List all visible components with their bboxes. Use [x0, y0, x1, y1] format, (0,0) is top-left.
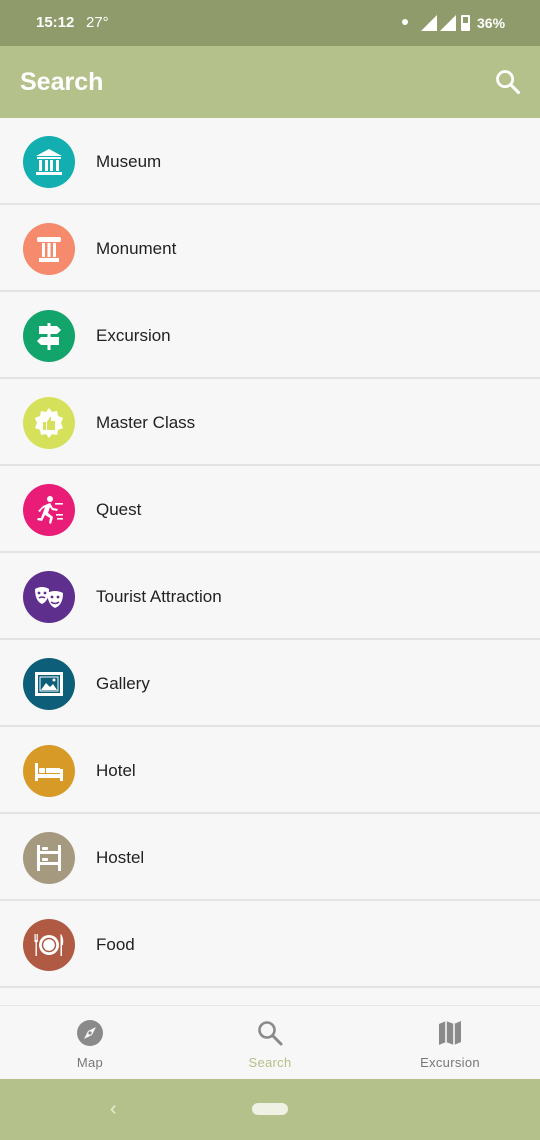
- battery-icon: [461, 15, 470, 31]
- list-item-label: Hostel: [96, 848, 145, 867]
- bed-icon: [23, 745, 75, 797]
- status-temperature: 27°: [86, 14, 109, 31]
- list-item-food[interactable]: Food: [0, 901, 540, 988]
- search-icon: [258, 1021, 283, 1046]
- list-item-label: Tourist Attraction: [96, 587, 222, 606]
- nav-item-excursion[interactable]: Excursion: [360, 1006, 540, 1080]
- nav-item-map[interactable]: Map: [0, 1006, 180, 1080]
- status-time: 15:12: [36, 14, 75, 31]
- list-item-tourist-attraction[interactable]: Tourist Attraction: [0, 553, 540, 640]
- home-pill-icon[interactable]: [252, 1103, 288, 1115]
- nav-label: Map: [76, 1055, 104, 1070]
- list-item-partial[interactable]: [0, 988, 540, 1005]
- nav-item-search[interactable]: Search: [180, 1006, 360, 1080]
- running-man-icon: [23, 484, 75, 536]
- back-icon[interactable]: ‹: [110, 1098, 117, 1121]
- status-bar: 15:12 27° 36%: [0, 0, 540, 46]
- system-navigation-bar: ‹: [0, 1079, 540, 1140]
- plate-cutlery-icon: [23, 919, 75, 971]
- list-item-label: Quest: [96, 500, 142, 519]
- list-item-label: Master Class: [96, 413, 196, 432]
- list-item-label: Hotel: [96, 761, 136, 780]
- list-item-label: Museum: [96, 152, 162, 171]
- list-item-excursion[interactable]: Excursion: [0, 292, 540, 379]
- list-item-quest[interactable]: Quest: [0, 466, 540, 553]
- compass-icon: [77, 1020, 103, 1046]
- list-item-gallery[interactable]: Gallery: [0, 640, 540, 727]
- list-item-label: Excursion: [96, 326, 171, 345]
- search-icon[interactable]: [494, 68, 522, 96]
- battery-percent: 36%: [477, 15, 506, 31]
- list-item-label: Monument: [96, 239, 177, 258]
- category-list: Museum Monument Excursion Master Class Q…: [0, 118, 540, 1005]
- signal-icon: [421, 15, 437, 31]
- bunk-bed-icon: [23, 832, 75, 884]
- monument-icon: [23, 223, 75, 275]
- thumbs-up-badge-icon: [23, 397, 75, 449]
- picture-frame-icon: [23, 658, 75, 710]
- list-item-monument[interactable]: Monument: [0, 205, 540, 292]
- list-item-hotel[interactable]: Hotel: [0, 727, 540, 814]
- notification-dot-icon: [402, 19, 408, 25]
- museum-icon: [23, 136, 75, 188]
- signpost-icon: [23, 310, 75, 362]
- nav-label: Search: [248, 1055, 292, 1070]
- page-title: Search: [20, 68, 104, 96]
- theater-masks-icon: [23, 571, 75, 623]
- list-item-hostel[interactable]: Hostel: [0, 814, 540, 901]
- list-item-label: Food: [96, 935, 135, 954]
- wifi-signal-icon: [440, 15, 456, 31]
- list-item-label: Gallery: [96, 674, 150, 693]
- app-bar: Search: [0, 46, 540, 118]
- list-item-master-class[interactable]: Master Class: [0, 379, 540, 466]
- list-item-museum[interactable]: Museum: [0, 118, 540, 205]
- map-icon: [439, 1021, 461, 1045]
- nav-label: Excursion: [420, 1055, 480, 1070]
- bottom-navigation: Map Search Excursion: [0, 1005, 540, 1079]
